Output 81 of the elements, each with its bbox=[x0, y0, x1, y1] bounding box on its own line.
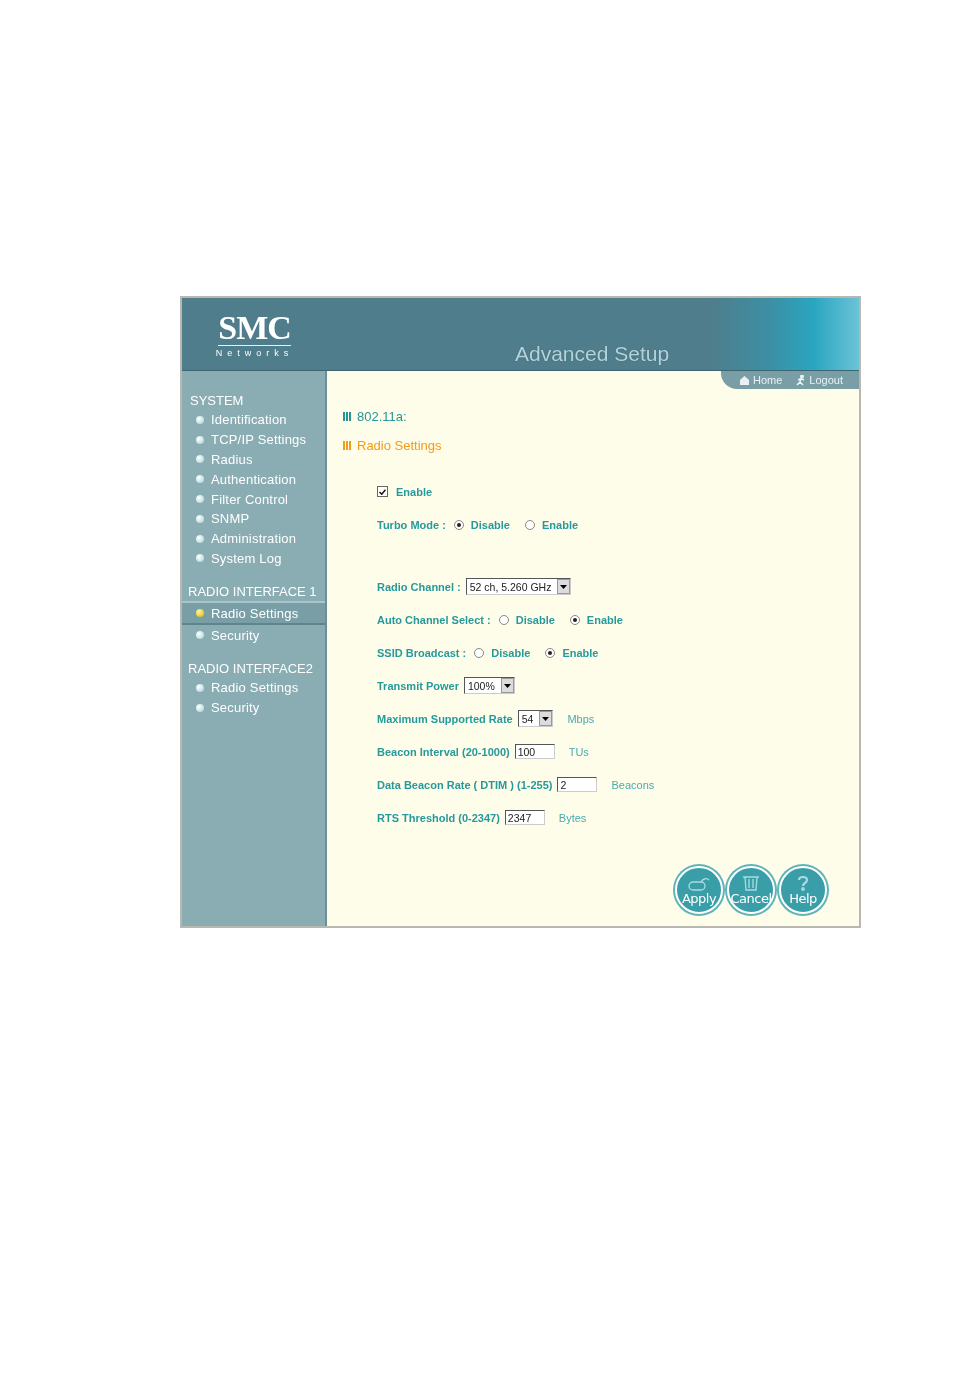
dropdown[interactable]: 52 ch, 5.260 GHz bbox=[465, 578, 572, 595]
option-label: Enable bbox=[562, 646, 599, 659]
sidebar-heading: RADIO INTERFACE 1 bbox=[187, 583, 318, 602]
bullet-icon bbox=[196, 683, 204, 692]
field-label: Beacon Interval (20-1000) bbox=[377, 745, 510, 758]
sidebar-item[interactable]: Security bbox=[182, 697, 325, 718]
running-person-icon bbox=[796, 374, 807, 386]
dropdown[interactable]: 54 bbox=[517, 710, 554, 727]
sidebar-item[interactable]: Administration bbox=[182, 528, 325, 549]
sidebar-item[interactable]: Radio Settings bbox=[182, 677, 325, 698]
unit-label: TUs bbox=[568, 745, 589, 758]
radio-button[interactable] bbox=[525, 519, 535, 530]
unit-label: Beacons bbox=[611, 778, 655, 791]
grid-icon bbox=[343, 441, 352, 450]
field-label: SSID Broadcast : bbox=[377, 646, 467, 659]
mouse-icon bbox=[687, 877, 711, 891]
caret-icon bbox=[560, 584, 568, 589]
field-label: Radio Channel : bbox=[377, 580, 461, 593]
field-label: Data Beacon Rate ( DTIM ) (1-255) bbox=[377, 778, 553, 791]
nav-link[interactable]: Home bbox=[739, 374, 783, 386]
option-label: Enable bbox=[542, 518, 579, 531]
bullet-icon bbox=[196, 435, 204, 444]
checkbox[interactable] bbox=[377, 486, 388, 497]
section-heading: Radio Settings bbox=[357, 438, 442, 453]
bullet-icon bbox=[196, 514, 204, 523]
sidebar-heading: SYSTEM bbox=[189, 392, 245, 410]
sidebar-item[interactable]: Filter Control bbox=[182, 489, 325, 509]
page-title: Advanced Setup bbox=[515, 342, 670, 366]
house-icon bbox=[739, 375, 750, 385]
unit-label: Mbps bbox=[567, 712, 595, 725]
bullet-icon bbox=[196, 455, 204, 464]
bullet-icon bbox=[196, 534, 204, 543]
option-label: Enable bbox=[586, 613, 623, 626]
question-mark-icon bbox=[797, 875, 809, 891]
field-label: Turbo Mode : bbox=[377, 518, 446, 531]
radio-button[interactable] bbox=[498, 614, 509, 625]
unit-label: Bytes bbox=[558, 811, 587, 824]
logo-subtitle: Networks bbox=[215, 347, 294, 358]
sidebar-item[interactable]: SNMP bbox=[182, 509, 325, 529]
sidebar-heading: RADIO INTERFACE2 bbox=[187, 659, 314, 678]
option-label: Disable bbox=[491, 646, 531, 659]
bullet-icon bbox=[196, 415, 204, 424]
round-button[interactable]: Help bbox=[779, 866, 827, 914]
caret-icon bbox=[503, 683, 511, 688]
caret-icon bbox=[542, 716, 550, 721]
grid-icon bbox=[343, 412, 352, 421]
sidebar-item[interactable]: Identification bbox=[182, 410, 325, 430]
bullet-icon bbox=[196, 609, 204, 618]
sidebar-item[interactable]: Authentication bbox=[182, 469, 325, 490]
field-label: RTS Threshold (0-2347) bbox=[377, 811, 500, 824]
field-label: Transmit Power bbox=[377, 679, 459, 692]
sidebar-item[interactable]: Radius bbox=[182, 449, 325, 470]
checkbox-label: Enable bbox=[396, 485, 433, 498]
input-field[interactable]: 2 bbox=[557, 777, 598, 792]
bullet-icon bbox=[196, 631, 204, 640]
logo: SMC bbox=[218, 310, 291, 346]
sidebar-item[interactable]: TCP/IP Settings bbox=[182, 429, 325, 450]
radio-button[interactable] bbox=[569, 614, 580, 625]
nav-link[interactable]: Logout bbox=[796, 374, 843, 386]
radio-button[interactable] bbox=[474, 647, 485, 658]
bullet-icon bbox=[196, 495, 204, 504]
section-title: 802.11a: bbox=[357, 409, 407, 424]
sidebar-item[interactable]: Security bbox=[182, 625, 325, 645]
radio-button[interactable] bbox=[545, 647, 556, 658]
bullet-icon bbox=[196, 703, 204, 712]
radio-button[interactable] bbox=[453, 519, 464, 530]
option-label: Disable bbox=[470, 518, 510, 531]
round-button[interactable]: Cancel bbox=[727, 866, 775, 914]
sidebar-item[interactable]: Radio Settings bbox=[182, 601, 325, 626]
sidebar-item[interactable]: System Log bbox=[182, 548, 325, 569]
bullet-icon bbox=[196, 554, 204, 563]
option-label: Disable bbox=[515, 613, 555, 626]
dropdown[interactable]: 100% bbox=[463, 677, 515, 694]
checkmark-icon bbox=[379, 488, 386, 495]
bullet-icon bbox=[196, 475, 204, 484]
field-label: Auto Channel Select : bbox=[377, 613, 491, 626]
input-field[interactable]: 100 bbox=[514, 744, 555, 759]
input-field[interactable]: 2347 bbox=[504, 810, 545, 825]
round-button[interactable]: Apply bbox=[675, 866, 723, 914]
trash-can-icon bbox=[742, 875, 760, 891]
field-label: Maximum Supported Rate bbox=[377, 712, 513, 725]
